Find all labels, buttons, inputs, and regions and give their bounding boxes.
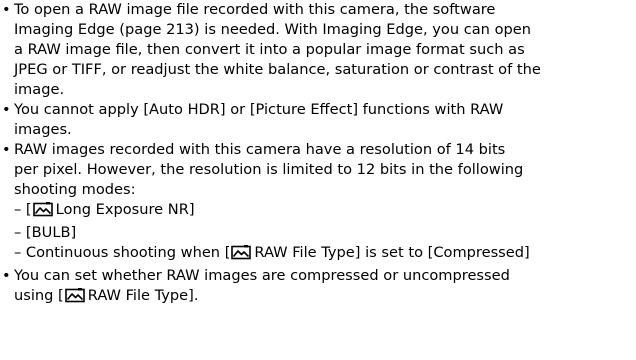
list-item: • You can set whether RAW images are com…	[0, 266, 636, 309]
notes-list: • To open a RAW image file recorded with…	[0, 0, 636, 309]
bullet-dot: •	[2, 101, 11, 118]
manual-page: • To open a RAW image file recorded with…	[0, 0, 636, 360]
sub-list-item: – Continuous shooting when [ RAW File Typ…	[14, 243, 636, 266]
text-line: RAW images recorded with this camera hav…	[14, 141, 506, 158]
camera-menu-icon	[32, 202, 53, 223]
line-suffix: RAW File Type].	[87, 287, 199, 304]
sub-item-suffix: Long Exposure NR]	[55, 201, 195, 218]
list-item: • You cannot apply [Auto HDR] or [Pictur…	[0, 100, 636, 140]
list-item: • To open a RAW image file recorded with…	[0, 0, 636, 100]
sub-item-suffix: RAW File Type] is set to [Compressed]	[254, 244, 530, 261]
text-line: images.	[14, 121, 72, 138]
sub-item-prefix: – Continuous shooting when [	[14, 244, 231, 261]
camera-menu-icon	[64, 288, 85, 309]
sub-list-item: – [ Long Exposure NR]	[14, 200, 636, 223]
sub-list-item: – [BULB]	[14, 223, 636, 243]
text-line: You can set whether RAW images are compr…	[14, 267, 510, 284]
text-line: image.	[14, 81, 65, 98]
sub-item-prefix: – [BULB]	[14, 224, 77, 241]
shooting-modes-list: – [ Long Exposure NR] – [BULB] – Continuo…	[14, 200, 636, 266]
list-item: • RAW images recorded with this camera h…	[0, 140, 636, 266]
text-line: shooting modes:	[14, 181, 136, 198]
bullet-dot: •	[2, 1, 11, 18]
text-line: Imaging Edge (page 213) is needed. With …	[14, 21, 531, 38]
text-line: per pixel. However, the resolution is li…	[14, 161, 524, 178]
camera-menu-icon	[231, 245, 252, 266]
line-prefix: using [	[14, 287, 64, 304]
text-line: You cannot apply [Auto HDR] or [Picture …	[14, 101, 504, 118]
sub-item-prefix: – [	[14, 201, 32, 218]
bullet-dot: •	[2, 267, 11, 284]
text-line: JPEG or TIFF, or readjust the white bala…	[14, 61, 541, 78]
text-line: To open a RAW image file recorded with t…	[14, 1, 496, 18]
text-line: using [ RAW File Type].	[14, 286, 636, 309]
bullet-dot: •	[2, 141, 11, 158]
text-line: a RAW image file, then convert it into a…	[14, 41, 525, 58]
